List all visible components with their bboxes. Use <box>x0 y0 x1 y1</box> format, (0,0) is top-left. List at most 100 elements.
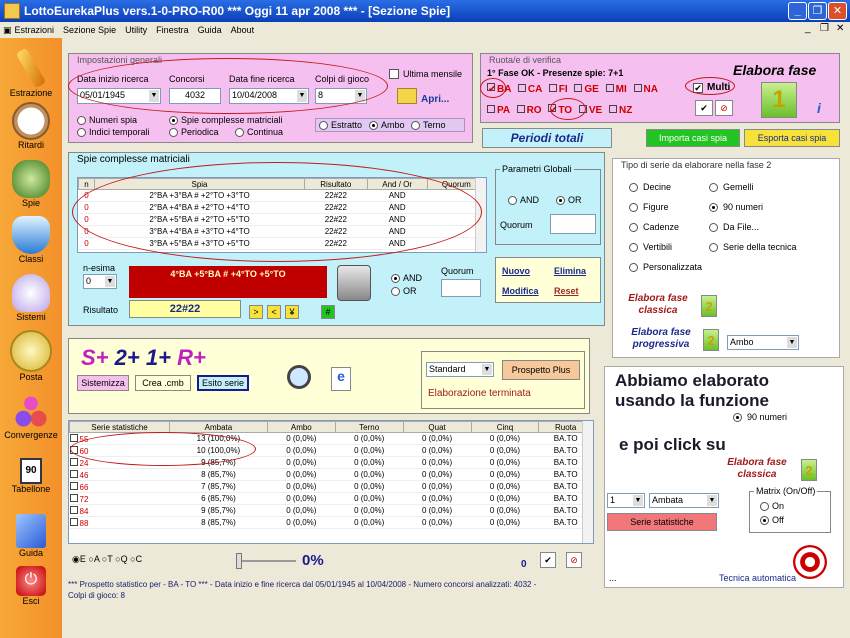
menu-estrazioni[interactable]: Estrazioni <box>15 25 55 35</box>
prev-button[interactable]: < <box>267 305 281 319</box>
serie-statistiche-button[interactable]: Serie statistiche <box>607 513 717 531</box>
ambo-radio[interactable] <box>369 121 378 130</box>
sidebar-item-esci[interactable]: ⏻ Esci <box>0 566 62 606</box>
hash-button[interactable]: # <box>321 305 335 319</box>
spie-complesse-radio[interactable] <box>169 116 178 125</box>
serie-scrollbar[interactable] <box>582 421 593 543</box>
table-row[interactable]: 0 2°BA +3°BA # +2°TO +3°TO 22#22 AND <box>78 189 486 202</box>
mdi-minimize-icon[interactable]: _ <box>805 23 811 34</box>
table-row[interactable]: 84 9 (85,7%) 0 (0,0%) 0 (0,0%) 0 (0,0%) 0 (0,… <box>69 504 593 517</box>
col-n[interactable]: n <box>78 178 95 190</box>
bottom-check-button[interactable]: ✔ <box>540 552 556 568</box>
row-checkbox[interactable] <box>69 505 78 514</box>
cancel-button[interactable]: ⊘ <box>715 100 733 116</box>
checkbox-nz[interactable] <box>608 105 617 113</box>
continua-radio[interactable] <box>235 128 244 137</box>
col-risultato[interactable]: Risultato <box>304 178 368 190</box>
sidebar-item-estrazione[interactable]: Estrazione <box>0 47 62 98</box>
sistemizza-button[interactable]: Sistemizza <box>77 375 129 391</box>
maximize-button[interactable]: ❐ <box>808 2 827 20</box>
cadenze-radio[interactable] <box>629 223 638 232</box>
row-checkbox[interactable] <box>69 457 78 466</box>
indici-temporali-radio[interactable] <box>77 128 86 137</box>
row-checkbox[interactable] <box>69 433 78 442</box>
col-terno[interactable]: Terno <box>334 421 404 433</box>
elabora-classica-button[interactable]: 2 <box>701 295 717 317</box>
esito-serie-button[interactable]: Esito serie <box>197 375 249 391</box>
matrix-off-radio[interactable] <box>760 516 769 525</box>
serie-table[interactable]: Serie statistiche Ambata Ambo Terno Quat… <box>68 420 594 544</box>
serie-tecnica-radio[interactable] <box>709 243 718 252</box>
internet-explorer-icon[interactable]: e <box>331 367 351 391</box>
vertibili-radio[interactable] <box>629 243 638 252</box>
col-quat[interactable]: Quat <box>402 421 472 433</box>
ambata-combo[interactable]: Ambata <box>649 493 719 508</box>
sidebar-item-sistemi[interactable]: Sistemi <box>0 274 62 322</box>
sidebar-item-tabellone[interactable]: 90 Tabellone <box>0 458 62 494</box>
terno-radio[interactable] <box>411 121 420 130</box>
sidebar-item-ritardi[interactable]: Ritardi <box>0 102 62 150</box>
table-row[interactable]: 66 7 (85,7%) 0 (0,0%) 0 (0,0%) 0 (0,0%) 0 (0,… <box>69 480 593 493</box>
filter-e-radio[interactable]: ◉ <box>72 554 80 564</box>
row-checkbox[interactable] <box>69 493 78 502</box>
spia-or-radio[interactable] <box>391 287 400 296</box>
mdi-restore-icon[interactable]: ❐ <box>820 23 829 34</box>
table-row[interactable]: 46 8 (85,7%) 0 (0,0%) 0 (0,0%) 0 (0,0%) 0 (0,… <box>69 468 593 481</box>
elabora-progressiva-button[interactable]: 2 <box>703 329 719 351</box>
col-cinq[interactable]: Cinq <box>470 421 540 433</box>
sidebar-item-convergenze[interactable]: Convergenze <box>0 392 62 440</box>
matrix-on-radio[interactable] <box>760 502 769 511</box>
multi-checkbox[interactable]: ✔ <box>693 83 703 93</box>
nesima-combo[interactable]: 0 <box>83 274 117 289</box>
checkbox-na[interactable] <box>633 84 642 92</box>
table-row[interactable]: 0 3°BA +4°BA # +3°TO +4°TO 22#22 AND <box>78 225 486 238</box>
checkbox-ba[interactable]: ✔ <box>487 83 496 95</box>
checkbox-ro[interactable] <box>516 105 525 113</box>
figure-radio[interactable] <box>629 203 638 212</box>
table-row[interactable]: 0 3°BA +5°BA # +3°TO +5°TO 22#22 AND <box>78 237 486 250</box>
checkbox-ve[interactable] <box>578 105 587 113</box>
apri-button[interactable]: Apri... <box>421 94 449 105</box>
checkbox-fi[interactable] <box>548 84 557 92</box>
calculator-icon[interactable] <box>337 265 371 301</box>
date-start-combo[interactable]: 05/01/1945 <box>77 88 161 104</box>
table-row[interactable]: 55 13 (100,0%) 0 (0,0%) 0 (0,0%) 0 (0,0%) 0 (… <box>69 432 593 445</box>
col-ambo[interactable]: Ambo <box>266 421 336 433</box>
row-checkbox[interactable] <box>69 481 78 490</box>
table-row[interactable]: 0 2°BA +4°BA # +2°TO +4°TO 22#22 AND <box>78 201 486 214</box>
standard-combo[interactable]: Standard <box>426 362 494 377</box>
sidebar-item-classi[interactable]: Classi <box>0 216 62 264</box>
spie-scrollbar[interactable] <box>475 178 486 252</box>
global-quorum-field[interactable] <box>550 214 596 234</box>
bottom-cancel-button[interactable]: ⊘ <box>566 552 582 568</box>
table-row[interactable]: 72 6 (85,7%) 0 (0,0%) 0 (0,0%) 0 (0,0%) 0 (0,… <box>69 492 593 505</box>
sidebar-item-guida[interactable]: Guida <box>0 514 62 558</box>
table-row[interactable]: 0 2°BA +5°BA # +2°TO +5°TO 22#22 AND <box>78 213 486 226</box>
magnifier-icon[interactable] <box>287 365 311 389</box>
nuovo-button[interactable]: Nuovo <box>502 266 530 276</box>
col-spia[interactable]: Spia <box>94 178 305 190</box>
col-serie[interactable]: Serie statistiche <box>69 421 170 433</box>
concorsi-field[interactable]: 4032 <box>169 88 221 104</box>
table-row[interactable]: 24 9 (85,7%) 0 (0,0%) 0 (0,0%) 0 (0,0%) 0 (0,… <box>69 456 593 469</box>
periodi-totali-label[interactable]: Periodi totali <box>482 128 612 148</box>
sidebar-item-spie[interactable]: Spie <box>0 160 62 208</box>
checkbox-mi[interactable] <box>605 84 614 92</box>
yen-button[interactable]: ¥ <box>285 305 299 319</box>
checkbox-ca[interactable] <box>517 84 526 92</box>
menu-sezione-spie[interactable]: Sezione Spie <box>63 25 116 35</box>
row-checkbox[interactable] <box>69 469 78 478</box>
elabora-fase1-button[interactable]: 1 <box>761 82 797 118</box>
global-or-radio[interactable] <box>556 196 565 205</box>
90-numeri-radio[interactable] <box>709 203 718 212</box>
sidebar-item-posta[interactable]: Posta <box>0 330 62 382</box>
row-checkbox[interactable] <box>69 517 78 526</box>
next-button[interactable]: > <box>249 305 263 319</box>
row-checkbox[interactable] <box>69 445 78 454</box>
modifica-button[interactable]: Modifica <box>502 286 539 296</box>
numeri-spia-radio[interactable] <box>77 116 86 125</box>
elimina-button[interactable]: Elimina <box>554 266 586 276</box>
minimize-button[interactable]: _ <box>788 2 807 20</box>
spia-quorum-field[interactable] <box>441 279 481 297</box>
menu-finestra[interactable]: Finestra <box>156 25 189 35</box>
